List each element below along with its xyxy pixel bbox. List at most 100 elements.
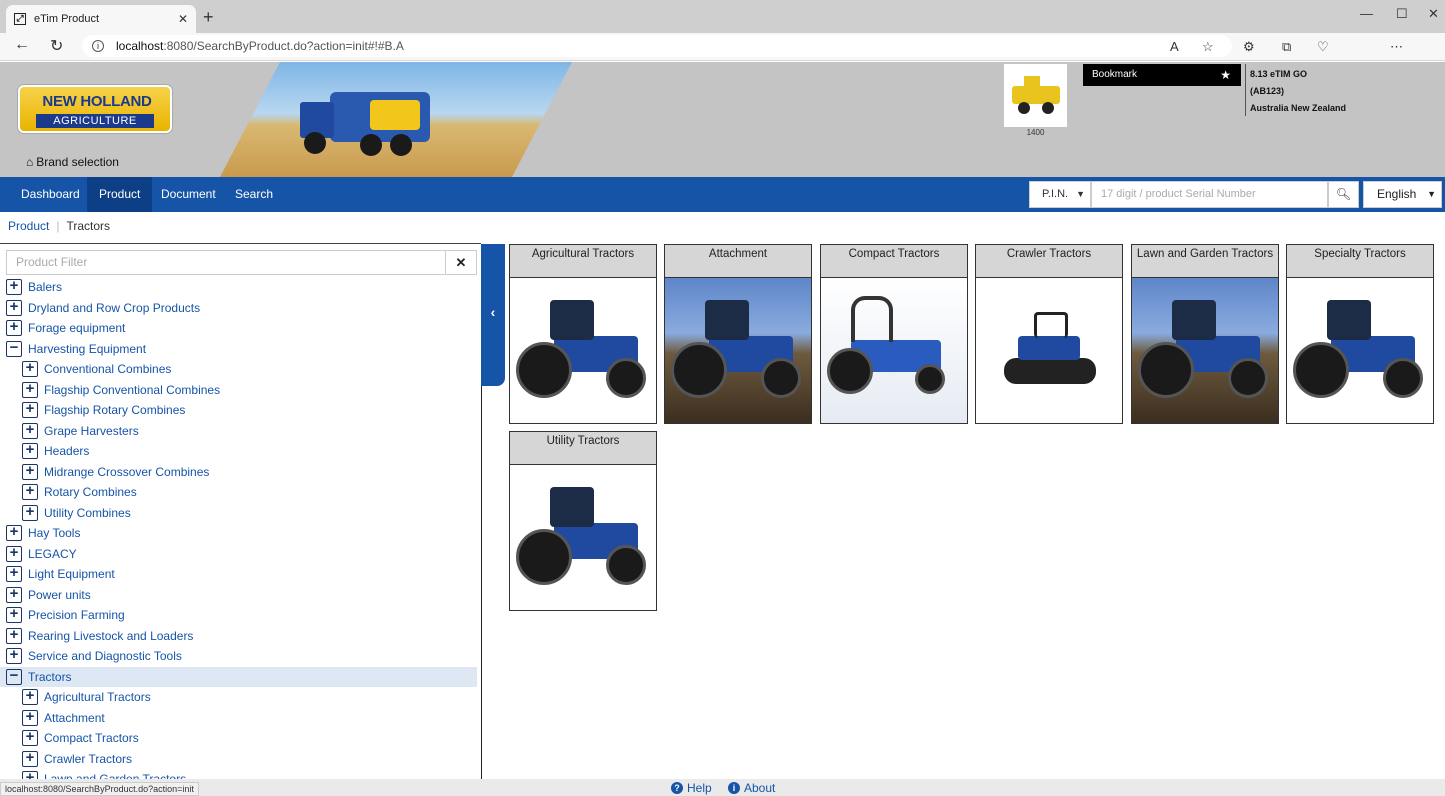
expand-icon[interactable]: + [6, 545, 22, 562]
breadcrumb-product[interactable]: Product [8, 219, 49, 233]
nav-document[interactable]: Document [149, 177, 228, 212]
tree-item-label[interactable]: Conventional Combines [44, 362, 171, 376]
tree-item[interactable]: + Lawn and Garden Tractors [0, 769, 481, 779]
tree-item-label[interactable]: Flagship Conventional Combines [44, 383, 220, 397]
window-close-icon[interactable]: ✕ [1428, 6, 1439, 22]
tree-item-label[interactable]: Forage equipment [28, 321, 125, 335]
about-link[interactable]: i About [728, 781, 775, 795]
expand-icon[interactable]: + [6, 565, 22, 583]
tree-item[interactable]: + LEGACY [0, 544, 481, 565]
tree-item[interactable]: + Flagship Rotary Combines [0, 400, 481, 421]
serial-number-input[interactable]: 17 digit / product Serial Number [1091, 181, 1328, 208]
nav-product[interactable]: Product [87, 177, 153, 212]
collapse-icon[interactable]: − [6, 668, 22, 685]
tree-item[interactable]: − Harvesting Equipment [0, 339, 481, 360]
expand-icon[interactable]: + [22, 504, 38, 521]
category-card-title[interactable]: Attachment [665, 245, 811, 278]
tree-item[interactable]: + Headers [0, 441, 481, 462]
tree-item[interactable]: + Power units [0, 585, 481, 606]
collapse-icon[interactable]: − [6, 340, 22, 357]
tree-item-label[interactable]: Rotary Combines [44, 485, 137, 499]
expand-icon[interactable]: + [6, 606, 22, 624]
tree-item[interactable]: + Dryland and Row Crop Products [0, 298, 481, 319]
site-info-icon[interactable]: i [92, 40, 104, 52]
read-aloud-icon[interactable]: A [1170, 39, 1179, 54]
maximize-icon[interactable]: ☐ [1396, 6, 1408, 22]
url-field[interactable]: i localhost:8080/SearchByProduct.do?acti… [82, 35, 1232, 57]
tree-item-label[interactable]: Balers [28, 280, 62, 294]
tree-item[interactable]: + Crawler Tractors [0, 749, 481, 770]
category-card-title[interactable]: Crawler Tractors [976, 245, 1122, 278]
expand-icon[interactable]: + [6, 278, 22, 296]
tree-item-label[interactable]: LEGACY [28, 547, 77, 561]
collapse-panel-button[interactable]: ‹ [481, 244, 505, 386]
product-filter-input[interactable]: Product Filter [6, 250, 446, 275]
tree-item-label[interactable]: Light Equipment [28, 567, 115, 581]
product-thumbnail[interactable] [1004, 64, 1067, 127]
tree-item-label[interactable]: Crawler Tractors [44, 752, 132, 766]
tree-item[interactable]: + Grape Harvesters [0, 421, 481, 442]
tree-item[interactable]: − Tractors [0, 666, 477, 687]
tree-item[interactable]: + Agricultural Tractors [0, 687, 481, 708]
help-link[interactable]: ? Help [671, 781, 712, 795]
tree-item-label[interactable]: Hay Tools [28, 526, 80, 540]
tree-item[interactable]: + Service and Diagnostic Tools [0, 646, 481, 667]
bookmark-button[interactable]: Bookmark ★ [1083, 64, 1241, 86]
expand-icon[interactable]: + [22, 463, 38, 480]
expand-icon[interactable]: + [6, 647, 22, 665]
expand-icon[interactable]: + [22, 442, 38, 460]
expand-icon[interactable]: + [22, 360, 38, 378]
category-card[interactable]: Lawn and Garden Tractors [1131, 244, 1279, 424]
tree-item-label[interactable]: Compact Tractors [44, 731, 139, 745]
language-select[interactable]: English ▼ [1363, 181, 1442, 208]
tree-item[interactable]: + Midrange Crossover Combines [0, 462, 481, 483]
tree-item-label[interactable]: Headers [44, 444, 89, 458]
tree-item[interactable]: + Rotary Combines [0, 482, 481, 503]
expand-icon[interactable]: + [6, 627, 22, 644]
nav-search[interactable]: Search [223, 177, 285, 212]
tree-item-label[interactable]: Grape Harvesters [44, 424, 139, 438]
category-card-image[interactable] [665, 278, 811, 423]
tree-item[interactable]: + Compact Tractors [0, 728, 481, 749]
new-tab-icon[interactable]: + [203, 7, 214, 28]
tree-item[interactable]: + Rearing Livestock and Loaders [0, 626, 481, 647]
category-card-image[interactable] [1132, 278, 1278, 423]
back-icon[interactable]: ← [14, 36, 30, 54]
expand-icon[interactable]: + [22, 709, 38, 726]
tree-item[interactable]: + Utility Combines [0, 503, 481, 524]
category-card-image[interactable] [1287, 278, 1433, 423]
collections-icon[interactable]: ⧉ [1282, 39, 1291, 55]
tree-item-label[interactable]: Harvesting Equipment [28, 342, 146, 356]
category-card[interactable]: Specialty Tractors [1286, 244, 1434, 424]
performance-icon[interactable]: ♡ [1317, 39, 1329, 55]
tree-item[interactable]: + Balers [0, 277, 481, 298]
tree-item-label[interactable]: Power units [28, 588, 91, 602]
expand-icon[interactable]: + [6, 524, 22, 542]
search-button[interactable]: 🔍︎ [1328, 181, 1359, 208]
tree-item[interactable]: + Flagship Conventional Combines [0, 380, 481, 401]
tree-item[interactable]: + Conventional Combines [0, 359, 481, 380]
tree-item-label[interactable]: Agricultural Tractors [44, 690, 151, 704]
expand-icon[interactable]: + [22, 483, 38, 501]
tree-item-label[interactable]: Dryland and Row Crop Products [28, 301, 200, 315]
category-card[interactable]: Utility Tractors [509, 431, 657, 611]
expand-icon[interactable]: + [22, 401, 38, 419]
category-card-image[interactable] [510, 278, 656, 423]
category-card-image[interactable] [821, 278, 967, 423]
tree-item[interactable]: + Hay Tools [0, 523, 481, 544]
tree-item-label[interactable]: Rearing Livestock and Loaders [28, 629, 193, 643]
category-card-title[interactable]: Specialty Tractors [1287, 245, 1433, 278]
browser-tab[interactable]: ⤢ eTim Product ✕ [6, 5, 196, 33]
clear-filter-button[interactable]: ✕ [446, 250, 477, 275]
expand-icon[interactable]: + [6, 586, 22, 603]
tree-item[interactable]: + Attachment [0, 708, 481, 729]
expand-icon[interactable]: + [22, 750, 38, 767]
refresh-icon[interactable]: ↻ [50, 36, 63, 56]
category-card-title[interactable]: Utility Tractors [510, 432, 656, 465]
favorite-star-icon[interactable]: ☆ [1202, 39, 1214, 55]
tree-item-label[interactable]: Service and Diagnostic Tools [28, 649, 182, 663]
category-card[interactable]: Agricultural Tractors [509, 244, 657, 424]
more-menu-icon[interactable]: ⋯ [1390, 39, 1403, 55]
tree-item-label[interactable]: Tractors [28, 670, 72, 684]
tree-item[interactable]: + Light Equipment [0, 564, 481, 585]
